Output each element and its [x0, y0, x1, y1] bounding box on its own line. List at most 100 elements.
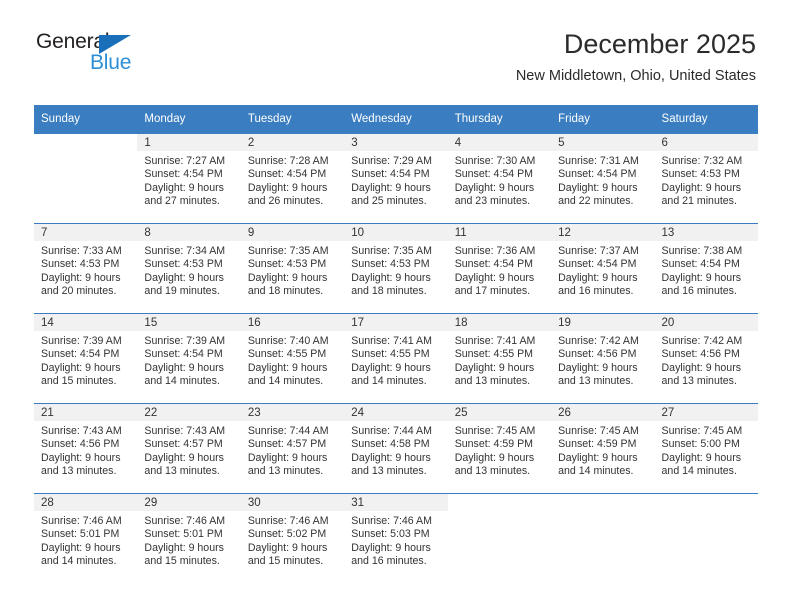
page-title: December 2025: [563, 29, 756, 59]
day-number: [654, 494, 758, 511]
day-cell-content: 13 Sunrise: 7:38 AM Sunset: 4:54 PM Dayligh…: [654, 224, 758, 313]
day-cell-content: 29 Sunrise: 7:46 AM Sunset: 5:01 PM Dayligh…: [137, 494, 241, 580]
calendar-cell[interactable]: 27 Sunrise: 7:45 AM Sunset: 5:00 PM Dayligh…: [654, 403, 758, 494]
page-header: General Blue December 2025 New Middletow…: [0, 0, 792, 84]
daylight-line: Daylight: 9 hours: [661, 181, 742, 194]
day-detail: Sunrise: 7:41 AM Sunset: 4:55 PM Daylight:…: [344, 331, 447, 388]
sunset-line: Sunset: 5:01 PM: [41, 528, 120, 541]
calendar-cell[interactable]: 10 Sunrise: 7:35 AM Sunset: 4:53 PM Dayligh…: [344, 223, 448, 314]
daylight-line: Daylight: 9 hours: [41, 361, 121, 374]
daylight-line-cont: and 14 minutes.: [558, 464, 634, 477]
day-cell-content: 19 Sunrise: 7:42 AM Sunset: 4:56 PM Dayligh…: [551, 314, 655, 403]
calendar-cell[interactable]: 30 Sunrise: 7:46 AM Sunset: 5:02 PM Dayligh…: [240, 493, 345, 580]
sunset-line: Sunset: 4:54 PM: [144, 348, 223, 361]
day-detail: Sunrise: 7:36 AM Sunset: 4:54 PM Daylight:…: [448, 241, 551, 298]
calendar-cell[interactable]: 4 Sunrise: 7:30 AM Sunset: 4:54 PM Daylight…: [447, 133, 552, 224]
calendar-cell[interactable]: 13 Sunrise: 7:38 AM Sunset: 4:54 PM Dayligh…: [654, 223, 758, 314]
calendar-cell[interactable]: 11 Sunrise: 7:36 AM Sunset: 4:54 PM Dayligh…: [447, 223, 552, 314]
calendar-cell[interactable]: 26 Sunrise: 7:45 AM Sunset: 4:59 PM Dayligh…: [551, 403, 655, 494]
sunset-line: Sunset: 4:55 PM: [247, 348, 327, 361]
sunrise-line: Sunrise: 7:46 AM: [247, 515, 329, 527]
day-cell-content: 21 Sunrise: 7:43 AM Sunset: 4:56 PM Dayligh…: [34, 404, 138, 493]
calendar-cell[interactable]: 2 Sunrise: 7:28 AM Sunset: 4:54 PM Daylight…: [240, 133, 345, 224]
daylight-line-cont: and 13 minutes.: [558, 374, 634, 387]
calendar-cell[interactable]: 16 Sunrise: 7:40 AM Sunset: 4:55 PM Dayligh…: [240, 313, 345, 404]
calendar-cell[interactable]: 3 Sunrise: 7:29 AM Sunset: 4:54 PM Daylight…: [344, 133, 448, 224]
daylight-line: Daylight: 9 hours: [454, 181, 535, 194]
calendar-cell[interactable]: 20 Sunrise: 7:42 AM Sunset: 4:56 PM Dayligh…: [654, 313, 758, 404]
sunrise-line: Sunrise: 7:38 AM: [661, 245, 743, 257]
daylight-line: Daylight: 9 hours: [144, 361, 224, 374]
day-cell-content: 11 Sunrise: 7:36 AM Sunset: 4:54 PM Dayligh…: [447, 224, 552, 313]
weekday-header-wednesday: Wednesday: [344, 105, 448, 134]
day-cell-content: 6 Sunrise: 7:32 AM Sunset: 4:53 PM Daylight…: [654, 134, 758, 223]
sunrise-line: Sunrise: 7:28 AM: [247, 155, 329, 167]
day-cell-content: 26 Sunrise: 7:45 AM Sunset: 4:59 PM Dayligh…: [551, 404, 655, 493]
day-detail: Sunrise: 7:29 AM Sunset: 4:54 PM Daylight:…: [344, 151, 447, 208]
daylight-line-cont: and 14 minutes.: [247, 374, 324, 387]
weekday-header-thursday: Thursday: [447, 105, 552, 134]
day-cell-content: 17 Sunrise: 7:41 AM Sunset: 4:55 PM Dayligh…: [344, 314, 448, 403]
daylight-line-cont: and 27 minutes.: [144, 194, 220, 207]
day-cell-content: 31 Sunrise: 7:46 AM Sunset: 5:03 PM Dayligh…: [344, 494, 448, 580]
calendar-cell[interactable]: 23 Sunrise: 7:44 AM Sunset: 4:57 PM Dayligh…: [240, 403, 345, 494]
day-cell-content: 2 Sunrise: 7:28 AM Sunset: 4:54 PM Daylight…: [240, 134, 345, 223]
day-detail: Sunrise: 7:43 AM Sunset: 4:57 PM Daylight:…: [137, 421, 240, 478]
calendar-cell[interactable]: 31 Sunrise: 7:46 AM Sunset: 5:03 PM Dayligh…: [344, 493, 448, 580]
calendar-cell[interactable]: 5 Sunrise: 7:31 AM Sunset: 4:54 PM Daylight…: [551, 133, 655, 224]
calendar-cell[interactable]: 24 Sunrise: 7:44 AM Sunset: 4:58 PM Dayligh…: [344, 403, 448, 494]
daylight-line-cont: and 13 minutes.: [144, 464, 220, 477]
daylight-line: Daylight: 9 hours: [351, 181, 431, 194]
daylight-line-cont: and 22 minutes.: [558, 194, 634, 207]
daylight-line-cont: and 13 minutes.: [247, 464, 324, 477]
calendar-cell: [654, 493, 758, 580]
daylight-line: Daylight: 9 hours: [351, 541, 431, 554]
calendar-cell[interactable]: 22 Sunrise: 7:43 AM Sunset: 4:57 PM Dayligh…: [137, 403, 241, 494]
calendar-cell[interactable]: 12 Sunrise: 7:37 AM Sunset: 4:54 PM Dayligh…: [551, 223, 655, 314]
sunrise-line: Sunrise: 7:35 AM: [247, 245, 329, 257]
day-detail: Sunrise: 7:42 AM Sunset: 4:56 PM Daylight:…: [655, 331, 758, 388]
day-number: 12: [551, 224, 655, 241]
sunrise-line: Sunrise: 7:27 AM: [144, 155, 226, 167]
calendar-cell[interactable]: 19 Sunrise: 7:42 AM Sunset: 4:56 PM Dayligh…: [551, 313, 655, 404]
sunset-line: Sunset: 4:55 PM: [454, 348, 534, 361]
daylight-line: Daylight: 9 hours: [558, 451, 638, 464]
sunrise-line: Sunrise: 7:46 AM: [41, 515, 122, 527]
sunrise-line: Sunrise: 7:44 AM: [351, 425, 432, 437]
day-number: 28: [34, 494, 138, 511]
daylight-line: Daylight: 9 hours: [661, 271, 742, 284]
day-detail: Sunrise: 7:34 AM Sunset: 4:53 PM Daylight:…: [137, 241, 240, 298]
sunset-line: Sunset: 4:57 PM: [144, 438, 223, 451]
calendar-cell[interactable]: 7 Sunrise: 7:33 AM Sunset: 4:53 PM Daylight…: [34, 223, 138, 314]
calendar-cell[interactable]: 29 Sunrise: 7:46 AM Sunset: 5:01 PM Dayligh…: [137, 493, 241, 580]
sunrise-line: Sunrise: 7:45 AM: [661, 425, 743, 437]
calendar-cell[interactable]: 28 Sunrise: 7:46 AM Sunset: 5:01 PM Dayligh…: [34, 493, 138, 580]
day-number: 23: [240, 404, 345, 421]
day-detail: Sunrise: 7:45 AM Sunset: 4:59 PM Daylight:…: [448, 421, 551, 478]
calendar-cell[interactable]: 8 Sunrise: 7:34 AM Sunset: 4:53 PM Daylight…: [137, 223, 241, 314]
day-number: [551, 494, 655, 511]
sunset-line: Sunset: 4:54 PM: [661, 258, 740, 271]
daylight-line: Daylight: 9 hours: [454, 361, 535, 374]
daylight-line: Daylight: 9 hours: [351, 361, 431, 374]
calendar-cell[interactable]: 21 Sunrise: 7:43 AM Sunset: 4:56 PM Dayligh…: [34, 403, 138, 494]
day-detail: Sunrise: 7:45 AM Sunset: 4:59 PM Daylight:…: [551, 421, 654, 478]
calendar-cell[interactable]: 18 Sunrise: 7:41 AM Sunset: 4:55 PM Dayligh…: [447, 313, 552, 404]
calendar-cell[interactable]: 17 Sunrise: 7:41 AM Sunset: 4:55 PM Dayligh…: [344, 313, 448, 404]
calendar-cell[interactable]: 1 Sunrise: 7:27 AM Sunset: 4:54 PM Daylight…: [137, 133, 241, 224]
daylight-line: Daylight: 9 hours: [661, 361, 742, 374]
day-cell-content: 20 Sunrise: 7:42 AM Sunset: 4:56 PM Dayligh…: [654, 314, 758, 403]
sunrise-line: Sunrise: 7:37 AM: [558, 245, 639, 257]
day-cell-content: [447, 494, 552, 580]
day-detail: Sunrise: 7:43 AM Sunset: 4:56 PM Daylight:…: [34, 421, 137, 478]
sunset-line: Sunset: 4:53 PM: [247, 258, 327, 271]
daylight-line: Daylight: 9 hours: [247, 361, 328, 374]
sunset-line: Sunset: 4:54 PM: [454, 258, 534, 271]
day-detail: Sunrise: 7:28 AM Sunset: 4:54 PM Daylight:…: [241, 151, 344, 208]
calendar-cell[interactable]: 6 Sunrise: 7:32 AM Sunset: 4:53 PM Daylight…: [654, 133, 758, 224]
calendar-cell[interactable]: 25 Sunrise: 7:45 AM Sunset: 4:59 PM Dayligh…: [447, 403, 552, 494]
calendar-cell: [34, 133, 138, 224]
calendar-cell[interactable]: 14 Sunrise: 7:39 AM Sunset: 4:54 PM Dayligh…: [34, 313, 138, 404]
calendar-cell[interactable]: 15 Sunrise: 7:39 AM Sunset: 4:54 PM Dayligh…: [137, 313, 241, 404]
calendar-cell[interactable]: 9 Sunrise: 7:35 AM Sunset: 4:53 PM Daylight…: [240, 223, 345, 314]
